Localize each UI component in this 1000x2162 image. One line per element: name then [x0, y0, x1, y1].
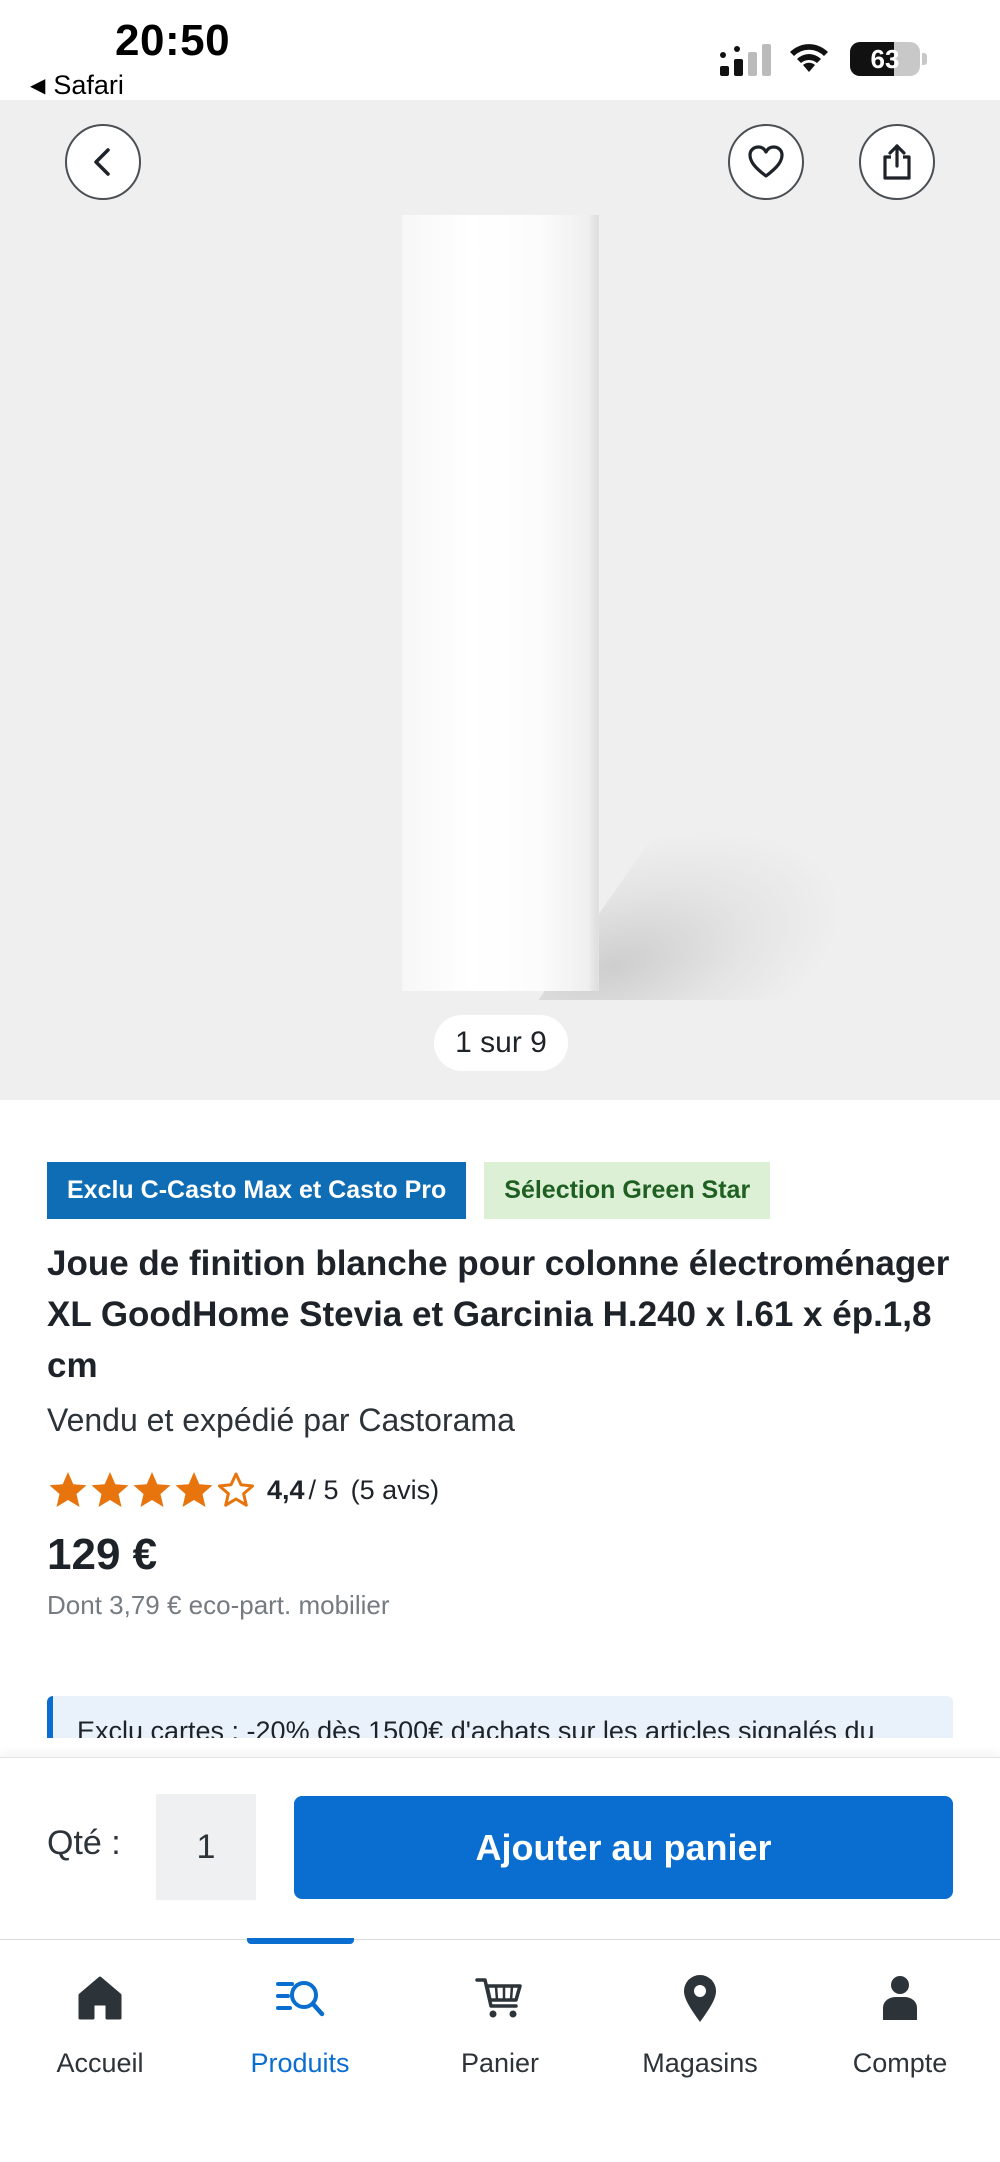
- quantity-input[interactable]: 1: [156, 1794, 256, 1900]
- review-count-link[interactable]: (5 avis): [351, 1475, 440, 1506]
- star-full-icon: [175, 1472, 213, 1507]
- nav-item-panier[interactable]: Panier: [400, 1940, 600, 2162]
- nav-label-produits: Produits: [250, 2048, 350, 2078]
- nav-label-magasins: Magasins: [642, 2048, 758, 2078]
- chevron-left-icon: [94, 148, 110, 176]
- user-icon: [883, 1976, 917, 2020]
- bottom-navigation: Accueil Produits Panier Magasins Compte: [0, 1938, 1000, 2162]
- back-to-app-link[interactable]: ◀ Safari: [30, 70, 124, 101]
- promo-banner[interactable]: Exclu cartes : -20% dès 1500€ d'achats s…: [47, 1696, 953, 1738]
- quantity-label: Qté :: [47, 1824, 121, 1862]
- product-image-gallery[interactable]: 1 sur 9: [0, 100, 1000, 1100]
- cellular-signal-icon: [720, 44, 771, 76]
- heart-icon: [748, 145, 784, 178]
- battery-indicator: 63: [850, 42, 928, 76]
- image-pager: 1 sur 9: [434, 1015, 568, 1071]
- add-to-cart-button[interactable]: Ajouter au panier: [294, 1796, 953, 1899]
- wifi-icon: [790, 44, 828, 72]
- star-full-icon: [91, 1472, 129, 1507]
- nav-item-magasins[interactable]: Magasins: [600, 1940, 800, 2162]
- back-button[interactable]: [65, 124, 141, 200]
- back-triangle-icon: ◀: [30, 75, 46, 97]
- status-bar: 20:50 ◀ Safari 63: [0, 0, 1000, 100]
- rating-score: 4,4: [267, 1474, 305, 1505]
- product-rating[interactable]: 4,4 / 5 (5 avis): [47, 1468, 439, 1512]
- star-full-icon: [49, 1472, 87, 1507]
- product-image-edge: [590, 215, 598, 991]
- add-to-cart-bar: Qté : 1 Ajouter au panier: [0, 1757, 1000, 1939]
- seller-info: Vendu et expédié par Castorama: [47, 1402, 515, 1438]
- nav-item-compte[interactable]: Compte: [800, 1940, 1000, 2162]
- nav-item-accueil[interactable]: Accueil: [0, 1940, 200, 2162]
- cart-icon: [475, 1978, 522, 2018]
- nav-item-produits[interactable]: Produits: [200, 1940, 400, 2162]
- product-image: [402, 215, 598, 991]
- eco-participation: Dont 3,79 € eco-part. mobilier: [47, 1590, 390, 1620]
- favorite-button[interactable]: [728, 124, 804, 200]
- product-title: Joue de finition blanche pour colonne él…: [47, 1244, 950, 1385]
- badge-green-star: Sélection Green Star: [484, 1162, 771, 1219]
- status-time: 20:50: [115, 16, 231, 65]
- nav-label-compte: Compte: [852, 2048, 948, 2078]
- nav-label-panier: Panier: [460, 2048, 540, 2078]
- badge-exclu: Exclu C-Casto Max et Casto Pro: [47, 1162, 467, 1219]
- back-app-label: Safari: [53, 70, 124, 100]
- rating-out-of: / 5: [308, 1474, 339, 1505]
- share-button[interactable]: [859, 124, 935, 200]
- share-icon: [883, 144, 911, 180]
- product-search-icon: [276, 1981, 325, 2017]
- product-price: 129 €: [47, 1530, 158, 1579]
- star-full-icon: [133, 1472, 171, 1507]
- home-icon: [78, 1976, 122, 2020]
- promo-text: Exclu cartes : -20% dès 1500€ d'achats s…: [77, 1716, 875, 1738]
- star-outline-icon: [218, 1472, 254, 1507]
- product-badges: Exclu C-Casto Max et Casto Pro Sélection…: [47, 1162, 771, 1219]
- battery-percent: 63: [870, 44, 900, 74]
- location-pin-icon: [684, 1975, 716, 2022]
- nav-label-accueil: Accueil: [56, 2048, 144, 2078]
